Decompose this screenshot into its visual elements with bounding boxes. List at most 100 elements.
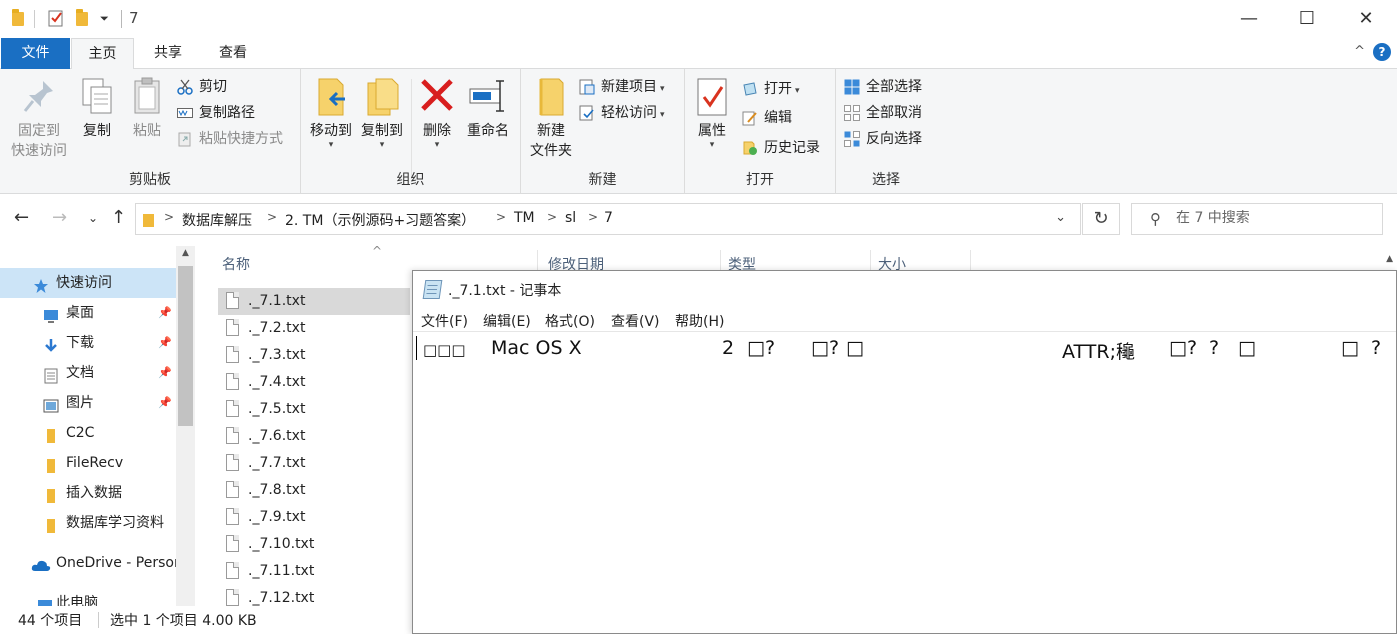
- menu-edit[interactable]: 编辑(E): [483, 311, 531, 331]
- menu-file[interactable]: 文件(F): [421, 311, 468, 331]
- new-item-button[interactable]: 新建项目 ▾: [579, 75, 665, 99]
- new-folder-button[interactable]: 新建 文件夹: [524, 75, 578, 161]
- column-header-name[interactable]: 名称: [222, 254, 250, 274]
- up-arrow-icon[interactable]: ↑: [111, 207, 126, 228]
- copy-path-button[interactable]: 复制路径: [177, 101, 255, 125]
- address-bar[interactable]: > 数据库解压 > 2. TM（示例源码+习题答案） > TM > sl > 7…: [135, 203, 1081, 235]
- paste-shortcut-button[interactable]: 粘贴快捷方式: [177, 127, 283, 151]
- nav-item-folder[interactable]: 插入数据: [0, 478, 176, 508]
- pin-icon[interactable]: 📌: [158, 298, 172, 328]
- search-input[interactable]: [1176, 210, 1376, 226]
- notepad-menu-bar: 文件(F) 编辑(E) 格式(O) 查看(V) 帮助(H): [413, 307, 1396, 332]
- scroll-up-arrow-icon[interactable]: ▲: [1386, 254, 1393, 264]
- pin-icon[interactable]: 📌: [158, 388, 172, 418]
- customize-toolbar-dropdown-icon[interactable]: ⏷: [100, 12, 109, 26]
- back-arrow-icon[interactable]: ←: [14, 207, 29, 228]
- file-row[interactable]: ._7.5.txt: [218, 396, 410, 423]
- file-row[interactable]: ._7.2.txt: [218, 315, 410, 342]
- menu-view[interactable]: 查看(V): [611, 311, 660, 331]
- file-row[interactable]: ._7.4.txt: [218, 369, 410, 396]
- breadcrumb-item[interactable]: TM: [514, 210, 535, 226]
- history-button[interactable]: 历史记录: [742, 136, 820, 160]
- tab-home[interactable]: 主页: [71, 38, 134, 70]
- recent-locations-chevron-icon[interactable]: ⌄: [88, 211, 98, 225]
- maximize-button[interactable]: ☐: [1278, 0, 1336, 38]
- cut-button[interactable]: 剪切: [177, 75, 227, 99]
- properties-check-icon[interactable]: [48, 9, 64, 27]
- nav-item-folder[interactable]: C2C: [0, 418, 176, 448]
- menu-help[interactable]: 帮助(H): [675, 311, 724, 331]
- properties-button[interactable]: 属性 ▾: [691, 75, 733, 150]
- file-row[interactable]: ._7.10.txt: [218, 531, 410, 558]
- nav-item-pictures[interactable]: 图片 📌: [0, 388, 176, 418]
- file-row[interactable]: ._7.8.txt: [218, 477, 410, 504]
- nav-item-quick-access[interactable]: 快速访问: [0, 268, 176, 298]
- file-row[interactable]: ._7.6.txt: [218, 423, 410, 450]
- file-row[interactable]: ._7.7.txt: [218, 450, 410, 477]
- tab-view[interactable]: 查看: [204, 38, 262, 69]
- file-name: ._7.8.txt: [248, 482, 306, 498]
- close-button[interactable]: ✕: [1337, 0, 1395, 38]
- forward-arrow-icon[interactable]: →: [52, 207, 67, 228]
- sort-ascending-indicator-icon: ^: [372, 246, 383, 258]
- folder-icon: [43, 485, 59, 503]
- refresh-button[interactable]: ↻: [1082, 203, 1120, 235]
- notepad-text-area[interactable]: □□□ Mac OS X 2 □? □? □ ATTR;龝 □? ? □ □ ?: [413, 333, 1396, 633]
- breadcrumb-separator-icon[interactable]: >: [164, 210, 174, 224]
- desktop-icon: [43, 305, 59, 323]
- file-row[interactable]: ._7.12.txt: [218, 585, 410, 606]
- status-item-count: 44 个项目: [18, 613, 83, 629]
- select-all-button[interactable]: 全部选择: [844, 75, 922, 99]
- group-organize: 移动到 ▾ 复制到 ▾ 删除 ▾ 重命名 组织: [301, 69, 521, 194]
- breadcrumb-separator-icon[interactable]: >: [588, 210, 598, 224]
- tab-file[interactable]: 文件: [1, 38, 70, 69]
- nav-item-folder[interactable]: 数据库学习资料: [0, 508, 176, 538]
- file-row[interactable]: ._7.1.txt: [218, 288, 410, 315]
- file-name: ._7.2.txt: [248, 320, 306, 336]
- file-row[interactable]: ._7.9.txt: [218, 504, 410, 531]
- minimize-button[interactable]: —: [1220, 0, 1278, 38]
- scroll-up-arrow-icon[interactable]: ▲: [176, 248, 195, 258]
- delete-button[interactable]: 删除 ▾: [417, 75, 457, 150]
- copy-to-button[interactable]: 复制到 ▾: [357, 75, 407, 150]
- search-box[interactable]: ⚲: [1131, 203, 1383, 235]
- scrollbar-thumb[interactable]: [178, 266, 193, 426]
- help-button[interactable]: ?: [1373, 43, 1391, 61]
- text-chunk: □: [1238, 337, 1256, 359]
- invert-selection-button[interactable]: 反向选择: [844, 127, 922, 151]
- paste-button[interactable]: 粘贴: [126, 75, 168, 141]
- pin-to-quick-access-button[interactable]: 固定到 快速访问: [6, 75, 72, 161]
- address-history-chevron-icon[interactable]: ⌄: [1055, 210, 1066, 225]
- nav-item-onedrive[interactable]: OneDrive - Personal: [0, 548, 176, 578]
- pin-icon[interactable]: 📌: [158, 358, 172, 388]
- breadcrumb-item[interactable]: 数据库解压: [182, 210, 252, 230]
- nav-item-downloads[interactable]: 下载 📌: [0, 328, 176, 358]
- menu-format[interactable]: 格式(O): [545, 311, 595, 331]
- file-row[interactable]: ._7.3.txt: [218, 342, 410, 369]
- edit-button[interactable]: 编辑: [742, 106, 792, 130]
- breadcrumb-separator-icon[interactable]: >: [496, 210, 506, 224]
- open-button[interactable]: 打开 ▾: [742, 77, 800, 101]
- tab-share[interactable]: 共享: [140, 38, 196, 69]
- copy-button[interactable]: 复制: [76, 75, 118, 141]
- breadcrumb-item[interactable]: 2. TM（示例源码+习题答案）: [285, 210, 475, 230]
- nav-item-desktop[interactable]: 桌面 📌: [0, 298, 176, 328]
- pin-icon[interactable]: 📌: [158, 328, 172, 358]
- rename-button[interactable]: 重命名: [463, 75, 513, 141]
- notepad-title-bar[interactable]: ._7.1.txt - 记事本: [413, 271, 1396, 307]
- breadcrumb-item[interactable]: sl: [565, 210, 576, 226]
- breadcrumb-separator-icon[interactable]: >: [267, 210, 277, 224]
- file-row[interactable]: ._7.11.txt: [218, 558, 410, 585]
- nav-item-folder[interactable]: FileRecv: [0, 448, 176, 478]
- breadcrumb-item[interactable]: 7: [604, 210, 613, 226]
- easy-access-button[interactable]: 轻松访问 ▾: [579, 101, 665, 125]
- nav-item-this-pc[interactable]: 此电脑: [0, 588, 176, 606]
- navigation-scrollbar[interactable]: ▲: [176, 246, 195, 606]
- move-to-button[interactable]: 移动到 ▾: [306, 75, 356, 150]
- select-none-button[interactable]: 全部取消: [844, 101, 922, 125]
- new-folder-quick-icon[interactable]: [74, 9, 90, 27]
- ribbon-collapse-chevron-icon[interactable]: ^: [1354, 44, 1365, 59]
- breadcrumb-separator-icon[interactable]: >: [547, 210, 557, 224]
- nav-item-documents[interactable]: 文档 📌: [0, 358, 176, 388]
- text-chunk: □?: [747, 337, 776, 359]
